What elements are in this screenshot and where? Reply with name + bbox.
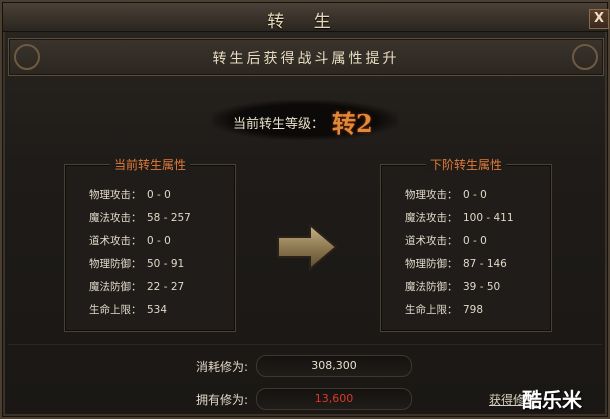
attr-row: 物理防御： 87 - 146 [405, 256, 507, 271]
rebirth-window: 转 生 X 转生后获得战斗属性提升 当前转生等级： 转2 当前转生属性 物理攻击… [0, 0, 610, 419]
title-bar[interactable]: 转 生 X [3, 3, 609, 32]
close-icon[interactable]: X [594, 11, 604, 26]
attr-value: 39 - 50 [463, 281, 501, 293]
attr-name: 生命上限： [89, 304, 142, 316]
attr-value: 0 - 0 [147, 235, 171, 247]
arrow-right-icon [277, 222, 338, 272]
attr-row: 魔法防御： 22 - 27 [89, 279, 184, 294]
watermark-logo: 酷乐米 [522, 388, 582, 412]
attr-value: 534 [147, 304, 168, 316]
attr-value: 22 - 27 [147, 281, 185, 293]
attr-value: 0 - 0 [463, 189, 487, 201]
cost-label: 消耗修为: [196, 360, 249, 374]
attr-row: 物理攻击： 0 - 0 [405, 187, 487, 202]
attr-value: 87 - 146 [463, 258, 507, 270]
attr-value: 50 - 91 [147, 258, 185, 270]
rebirth-level-value: 转2 [332, 109, 373, 138]
attr-name: 道术攻击： [89, 235, 142, 247]
attr-name: 魔法攻击： [405, 212, 458, 224]
attr-row: 魔法防御： 39 - 50 [405, 279, 500, 294]
ornament-left-icon [14, 44, 40, 70]
ornament-right-icon [572, 44, 598, 70]
attr-name: 魔法防御： [405, 281, 458, 293]
attr-value: 100 - 411 [463, 212, 514, 224]
attr-name: 物理防御： [405, 258, 458, 270]
header-banner: 转生后获得战斗属性提升 [8, 38, 604, 76]
attr-name: 魔法攻击： [89, 212, 142, 224]
owned-label: 拥有修为: [196, 393, 249, 407]
attr-row: 生命上限： 798 [405, 302, 483, 317]
attr-name: 物理攻击： [405, 189, 458, 201]
attr-name: 魔法防御： [89, 281, 142, 293]
attr-value: 0 - 0 [463, 235, 487, 247]
rebirth-level-label: 当前转生等级： [233, 117, 325, 132]
attr-row: 魔法攻击： 100 - 411 [405, 210, 514, 225]
current-attributes-panel: 当前转生属性 物理攻击： 0 - 0 魔法攻击： 58 - 257 道术攻击： 0 -… [64, 158, 236, 332]
owned-value: 13,600 [256, 388, 412, 410]
window-title: 转 生 [267, 12, 343, 32]
header-subtitle: 转生后获得战斗属性提升 [212, 51, 400, 67]
attr-value: 798 [463, 304, 484, 316]
attr-row: 道术攻击： 0 - 0 [89, 233, 171, 248]
attr-row: 魔法攻击： 58 - 257 [89, 210, 191, 225]
attr-row: 物理攻击： 0 - 0 [89, 187, 171, 202]
next-attributes-panel: 下阶转生属性 物理攻击： 0 - 0 魔法攻击： 100 - 411 道术攻击： 0 … [380, 158, 552, 332]
attr-name: 道术攻击： [405, 235, 458, 247]
attr-value: 58 - 257 [147, 212, 191, 224]
attr-row: 道术攻击： 0 - 0 [405, 233, 487, 248]
close-button[interactable]: X [589, 9, 609, 29]
attr-row: 物理防御： 50 - 91 [89, 256, 184, 271]
attr-name: 物理防御： [89, 258, 142, 270]
attr-row: 生命上限： 534 [89, 302, 167, 317]
current-attributes-title: 当前转生属性 [109, 158, 190, 172]
attr-value: 0 - 0 [147, 189, 171, 201]
cost-value: 308,300 [256, 355, 412, 377]
next-attributes-title: 下阶转生属性 [425, 158, 506, 172]
divider [8, 344, 602, 345]
attr-name: 物理攻击： [89, 189, 142, 201]
attr-name: 生命上限： [405, 304, 458, 316]
